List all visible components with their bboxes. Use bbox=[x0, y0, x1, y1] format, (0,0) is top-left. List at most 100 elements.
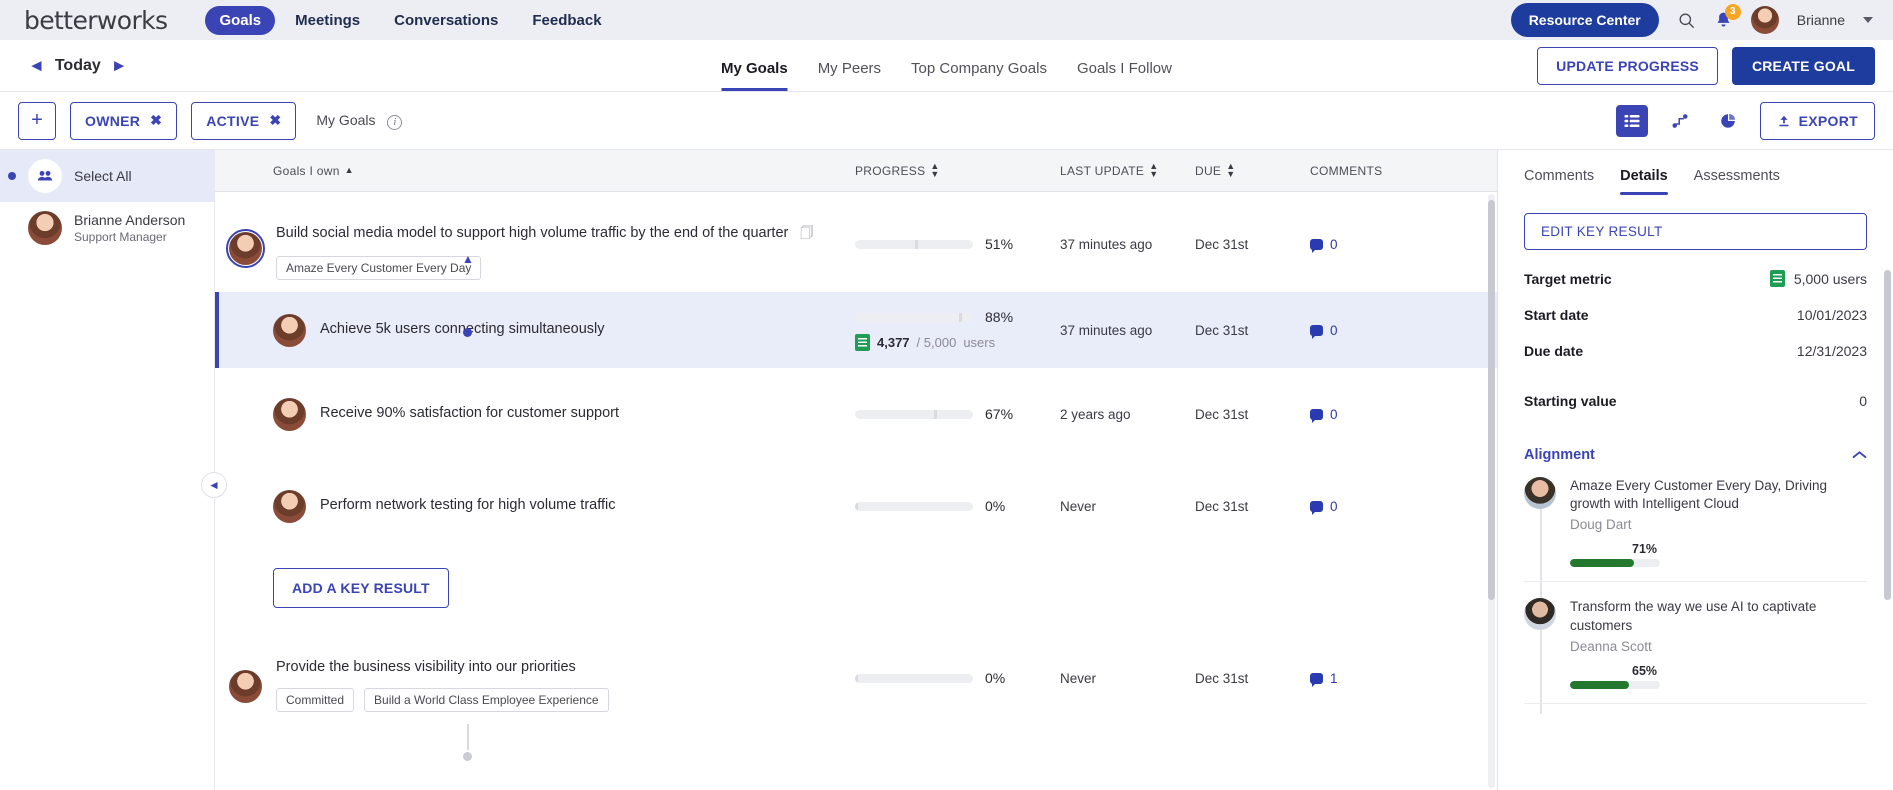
detail-label: Due date bbox=[1524, 343, 1583, 359]
tab-comments[interactable]: Comments bbox=[1524, 168, 1594, 195]
goal-title[interactable]: Build social media model to support high… bbox=[276, 225, 788, 241]
list-view-button[interactable] bbox=[1616, 105, 1648, 137]
user-name-label[interactable]: Brianne bbox=[1797, 12, 1845, 28]
sidebar-item-person[interactable]: Brianne Anderson Support Manager bbox=[0, 202, 214, 254]
alignment-goal-title[interactable]: Amaze Every Customer Every Day, Driving … bbox=[1570, 477, 1867, 513]
user-avatar[interactable] bbox=[1751, 6, 1779, 34]
sheets-icon[interactable] bbox=[855, 334, 870, 351]
nav-item-goals[interactable]: Goals bbox=[205, 6, 275, 35]
goal-progress-cell: 51% bbox=[855, 236, 1060, 252]
edit-key-result-button[interactable]: EDIT KEY RESULT bbox=[1524, 213, 1867, 250]
key-result-comments[interactable]: 0 bbox=[1310, 499, 1460, 514]
nav-item-conversations[interactable]: Conversations bbox=[380, 6, 512, 35]
tab-details[interactable]: Details bbox=[1620, 168, 1668, 195]
table-row[interactable]: Provide the business visibility into our… bbox=[215, 624, 1497, 724]
table-scrollbar[interactable] bbox=[1488, 194, 1495, 788]
add-filter-button[interactable]: + bbox=[18, 102, 56, 140]
comment-icon bbox=[1310, 239, 1323, 250]
sort-icon[interactable]: ▲▼ bbox=[1226, 163, 1235, 177]
chevron-down-icon[interactable] bbox=[1863, 17, 1873, 23]
column-header-last-update[interactable]: LAST UPDATE ▲▼ bbox=[1060, 163, 1195, 177]
table-row[interactable]: Receive 90% satisfaction for customer su… bbox=[215, 368, 1497, 460]
table-scrollbar-thumb[interactable] bbox=[1488, 200, 1495, 600]
next-period-button[interactable]: ► bbox=[101, 52, 138, 80]
table-row[interactable]: Build social media model to support high… bbox=[215, 192, 1497, 292]
key-result-comments[interactable]: 0 bbox=[1310, 323, 1460, 338]
goal-last-update: 37 minutes ago bbox=[1060, 237, 1195, 252]
export-button[interactable]: EXPORT bbox=[1760, 102, 1875, 140]
key-result-metric: 4,377 / 5,000 users bbox=[855, 334, 1060, 351]
nav-item-meetings[interactable]: Meetings bbox=[281, 6, 374, 35]
betterworks-logo[interactable]: betterworks bbox=[24, 6, 167, 35]
sidebar-person-info: Brianne Anderson Support Manager bbox=[74, 212, 185, 244]
close-icon[interactable]: ✖ bbox=[269, 112, 281, 129]
collapse-goal-chevron-up-icon[interactable]: ▲ bbox=[455, 246, 481, 272]
alignment-item[interactable]: Amaze Every Customer Every Day, Driving … bbox=[1524, 477, 1867, 582]
tab-my-peers[interactable]: My Peers bbox=[818, 42, 881, 91]
table-row[interactable]: Perform network testing for high volume … bbox=[215, 460, 1497, 552]
alignment-item[interactable]: Transform the way we use AI to captivate… bbox=[1524, 598, 1867, 703]
goal-tag[interactable]: Amaze Every Customer Every Day bbox=[276, 256, 481, 280]
chevron-up-icon[interactable] bbox=[1852, 447, 1867, 463]
sort-icon[interactable]: ▲▼ bbox=[1149, 163, 1158, 177]
copy-icon[interactable]: 🗍 bbox=[800, 225, 813, 240]
avatar bbox=[1524, 477, 1556, 509]
tree-view-button[interactable] bbox=[1664, 105, 1696, 137]
alignment-goal-title[interactable]: Transform the way we use AI to captivate… bbox=[1570, 598, 1867, 634]
goal-comments[interactable]: 1 bbox=[1310, 671, 1460, 686]
tab-goals-i-follow[interactable]: Goals I Follow bbox=[1077, 42, 1172, 91]
goal-tag[interactable]: Build a World Class Employee Experience bbox=[364, 688, 609, 712]
sheets-icon[interactable] bbox=[1770, 270, 1785, 287]
chart-view-button[interactable] bbox=[1712, 105, 1744, 137]
sidebar-item-select-all[interactable]: Select All bbox=[0, 150, 214, 202]
nav-item-feedback[interactable]: Feedback bbox=[518, 6, 615, 35]
tab-top-company-goals[interactable]: Top Company Goals bbox=[911, 42, 1047, 91]
goal-title[interactable]: Provide the business visibility into our… bbox=[276, 659, 576, 675]
sort-icon[interactable]: ▲▼ bbox=[930, 163, 939, 177]
key-result-title[interactable]: Achieve 5k users connecting simultaneous… bbox=[320, 320, 605, 340]
detail-label: Target metric bbox=[1524, 271, 1612, 287]
sidebar-select-all-label: Select All bbox=[74, 168, 132, 184]
progress-bar-fill bbox=[1570, 681, 1629, 689]
progress-percent: 88% bbox=[985, 309, 1013, 325]
goal-comments[interactable]: 0 bbox=[1310, 237, 1460, 252]
tab-assessments[interactable]: Assessments bbox=[1694, 168, 1780, 195]
close-icon[interactable]: ✖ bbox=[150, 112, 162, 129]
notifications-bell-icon[interactable]: 3 bbox=[1714, 11, 1733, 30]
sort-ascending-icon[interactable]: ▲ bbox=[345, 167, 354, 174]
alignment-progress: 71% bbox=[1570, 542, 1867, 567]
goal-last-update: Never bbox=[1060, 671, 1195, 686]
detail-field-starting-value: Starting value 0 bbox=[1524, 393, 1867, 409]
key-result-due-date: Dec 31st bbox=[1195, 323, 1310, 338]
filter-chip-active[interactable]: ACTIVE ✖ bbox=[191, 102, 296, 140]
collapse-sidebar-button[interactable]: ◄ bbox=[201, 472, 227, 498]
goal-tag[interactable]: Committed bbox=[276, 688, 354, 712]
add-key-result-button[interactable]: ADD A KEY RESULT bbox=[273, 568, 449, 608]
detail-field-start-date: Start date 10/01/2023 bbox=[1524, 307, 1867, 323]
column-header-progress[interactable]: PROGRESS ▲▼ bbox=[855, 163, 1060, 177]
update-progress-button[interactable]: UPDATE PROGRESS bbox=[1537, 47, 1718, 85]
create-goal-button[interactable]: CREATE GOAL bbox=[1732, 47, 1875, 85]
alignment-section-header[interactable]: Alignment bbox=[1524, 447, 1867, 463]
goal-name-block: Provide the business visibility into our… bbox=[276, 644, 609, 712]
detail-label: Starting value bbox=[1524, 393, 1617, 409]
avatar bbox=[273, 314, 306, 347]
key-result-comments[interactable]: 0 bbox=[1310, 407, 1460, 422]
key-result-title[interactable]: Perform network testing for high volume … bbox=[320, 496, 616, 516]
comment-icon bbox=[1310, 409, 1323, 420]
resource-center-button[interactable]: Resource Center bbox=[1511, 3, 1659, 37]
progress-bar bbox=[855, 410, 973, 419]
column-header-due[interactable]: DUE ▲▼ bbox=[1195, 163, 1310, 177]
table-row[interactable]: Achieve 5k users connecting simultaneous… bbox=[215, 292, 1497, 368]
column-header-goals[interactable]: Goals I own ▲ bbox=[215, 164, 855, 178]
previous-period-button[interactable]: ◄ bbox=[18, 52, 55, 80]
details-panel-scrollbar[interactable] bbox=[1884, 270, 1891, 600]
view-mode-controls: EXPORT bbox=[1616, 102, 1875, 140]
search-icon[interactable] bbox=[1677, 11, 1696, 30]
filter-chip-owner[interactable]: OWNER ✖ bbox=[70, 102, 177, 140]
alignment-content: Transform the way we use AI to captivate… bbox=[1570, 598, 1867, 688]
info-icon[interactable]: i bbox=[387, 115, 402, 130]
key-result-title[interactable]: Receive 90% satisfaction for customer su… bbox=[320, 404, 619, 424]
tab-my-goals[interactable]: My Goals bbox=[721, 42, 788, 91]
key-result-due-date: Dec 31st bbox=[1195, 407, 1310, 422]
